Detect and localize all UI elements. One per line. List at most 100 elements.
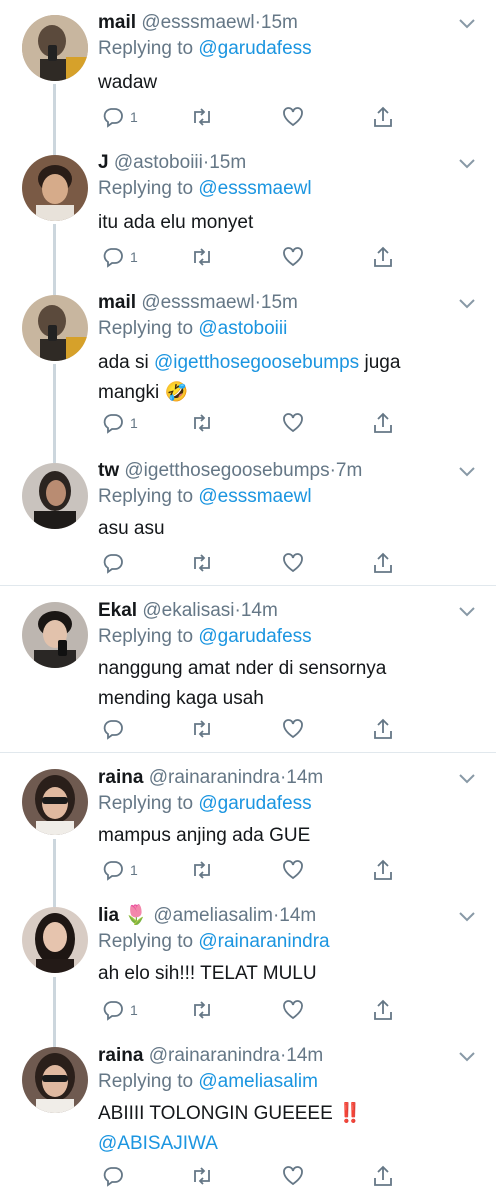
like-button[interactable] xyxy=(282,410,304,436)
chevron-down-icon[interactable] xyxy=(458,606,476,618)
chevron-down-icon[interactable] xyxy=(458,466,476,478)
like-button[interactable] xyxy=(282,550,304,576)
like-button[interactable] xyxy=(282,1163,304,1189)
user-handle[interactable]: @rainaranindra xyxy=(149,1045,280,1066)
share-button[interactable] xyxy=(372,716,394,742)
reply-target-link[interactable]: @garudafess xyxy=(198,38,311,59)
display-name[interactable]: tw xyxy=(98,460,119,481)
reply-target-link[interactable]: @astoboiii xyxy=(198,318,287,339)
display-name[interactable]: raina xyxy=(98,767,143,788)
chevron-down-icon[interactable] xyxy=(458,18,476,30)
reply-button[interactable] xyxy=(102,550,130,576)
timestamp[interactable]: 14m xyxy=(279,905,316,926)
avatar[interactable] xyxy=(22,155,88,221)
retweet-button[interactable] xyxy=(190,410,214,436)
chevron-down-icon[interactable] xyxy=(458,158,476,170)
share-button[interactable] xyxy=(372,104,394,130)
share-button[interactable] xyxy=(372,857,394,883)
retweet-button[interactable] xyxy=(190,857,214,883)
timestamp[interactable]: 14m xyxy=(241,600,278,621)
avatar[interactable] xyxy=(22,769,88,835)
user-handle[interactable]: @ekalisasi xyxy=(142,600,234,621)
reply-button[interactable]: 1 xyxy=(102,410,138,436)
reply-button[interactable]: 1 xyxy=(102,104,138,130)
like-button[interactable] xyxy=(282,104,304,130)
display-name[interactable]: Ekal xyxy=(98,600,137,621)
replying-to: Replying to @esssmaewl xyxy=(98,178,312,200)
retweet-button[interactable] xyxy=(190,244,214,270)
reply-target-link[interactable]: @ameliasalim xyxy=(198,1071,318,1092)
tweet-header: mail @esssmaewl·15m xyxy=(98,12,298,34)
tweet-4[interactable]: tw @igetthosegoosebumps·7m Replying to @… xyxy=(0,392,496,584)
avatar[interactable] xyxy=(22,295,88,361)
user-handle[interactable]: @rainaranindra xyxy=(149,767,280,788)
avatar[interactable] xyxy=(22,907,88,973)
share-button[interactable] xyxy=(372,1163,394,1189)
display-name[interactable]: mail xyxy=(98,292,136,313)
reply-target-link[interactable]: @garudafess xyxy=(198,793,311,814)
retweet-icon xyxy=(194,720,210,738)
tweet-text: asu asu xyxy=(98,518,165,539)
reply-button[interactable]: 1 xyxy=(102,244,138,270)
reply-icon xyxy=(103,414,123,434)
like-button[interactable] xyxy=(282,244,304,270)
share-button[interactable] xyxy=(372,244,394,270)
avatar[interactable] xyxy=(22,1047,88,1113)
tweet-header: raina @rainaranindra·14m xyxy=(98,1045,323,1067)
timestamp[interactable]: 15m xyxy=(261,292,298,313)
avatar[interactable] xyxy=(22,463,88,529)
reply-target-link[interactable]: @garudafess xyxy=(198,626,311,647)
chevron-down-icon[interactable] xyxy=(458,773,476,785)
tweet-7[interactable]: lia 🌷 @ameliasalim·14m Replying to @rain… xyxy=(0,839,496,1033)
user-handle[interactable]: @igetthosegoosebumps xyxy=(124,460,329,481)
chevron-down-icon[interactable] xyxy=(458,298,476,310)
display-name[interactable]: mail xyxy=(98,12,136,33)
timestamp[interactable]: 7m xyxy=(336,460,362,481)
reply-icon xyxy=(103,861,123,881)
retweet-button[interactable] xyxy=(190,104,214,130)
reply-target-link[interactable]: @rainaranindra xyxy=(198,931,329,952)
timestamp[interactable]: 15m xyxy=(261,12,298,33)
share-button[interactable] xyxy=(372,410,394,436)
tweet-1[interactable]: mail @esssmaewl·15m Replying to @garudaf… xyxy=(0,0,496,142)
retweet-button[interactable] xyxy=(190,716,214,742)
avatar[interactable] xyxy=(22,15,88,81)
avatar[interactable] xyxy=(22,602,88,668)
reply-icon xyxy=(103,554,123,574)
retweet-icon xyxy=(194,414,210,432)
chevron-down-icon[interactable] xyxy=(458,911,476,923)
retweet-button[interactable] xyxy=(190,550,214,576)
like-button[interactable] xyxy=(282,997,304,1023)
timestamp[interactable]: 14m xyxy=(286,767,323,788)
retweet-button[interactable] xyxy=(190,1163,214,1189)
display-name[interactable]: J xyxy=(98,152,109,173)
mention-link[interactable]: @ABISAJIWA xyxy=(98,1129,438,1159)
retweet-button[interactable] xyxy=(190,997,214,1023)
chevron-down-icon[interactable] xyxy=(458,1051,476,1063)
mention-link[interactable]: @igetthosegoosebumps xyxy=(154,352,359,373)
tweet-5[interactable]: Ekal @ekalisasi·14m Replying to @garudaf… xyxy=(0,586,496,752)
heart-icon xyxy=(283,1166,303,1186)
timestamp[interactable]: 14m xyxy=(286,1045,323,1066)
reply-target-link[interactable]: @esssmaewl xyxy=(198,486,311,507)
share-button[interactable] xyxy=(372,997,394,1023)
user-handle[interactable]: @astoboiii xyxy=(114,152,203,173)
user-handle[interactable]: @ameliasalim xyxy=(153,905,273,926)
timestamp[interactable]: 15m xyxy=(209,152,246,173)
display-name[interactable]: lia 🌷 xyxy=(98,905,148,926)
tweet-8[interactable]: raina @rainaranindra·14m Replying to @am… xyxy=(0,979,496,1200)
like-button[interactable] xyxy=(282,716,304,742)
tweet-3[interactable]: mail @esssmaewl·15m Replying to @astoboi… xyxy=(0,224,496,450)
reply-button[interactable]: 1 xyxy=(102,997,138,1023)
reply-button[interactable]: 1 xyxy=(102,857,138,883)
tweet-6[interactable]: raina @rainaranindra·14m Replying to @ga… xyxy=(0,753,496,895)
like-button[interactable] xyxy=(282,857,304,883)
reply-button[interactable] xyxy=(102,716,130,742)
user-handle[interactable]: @esssmaewl xyxy=(141,292,254,313)
reply-target-link[interactable]: @esssmaewl xyxy=(198,178,311,199)
share-button[interactable] xyxy=(372,550,394,576)
reply-button[interactable] xyxy=(102,1163,130,1189)
tweet-2[interactable]: J @astoboiii·15m Replying to @esssmaewl … xyxy=(0,84,496,282)
user-handle[interactable]: @esssmaewl xyxy=(141,12,254,33)
display-name[interactable]: raina xyxy=(98,1045,143,1066)
